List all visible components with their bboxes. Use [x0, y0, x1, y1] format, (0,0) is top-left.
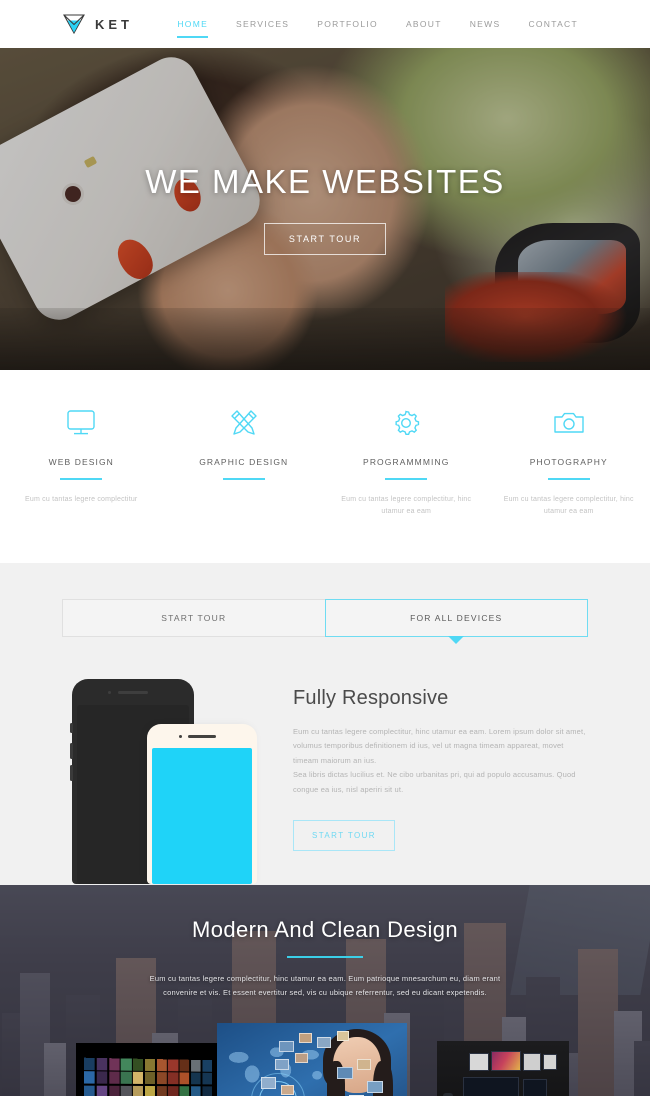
responsive-start-tour-button[interactable]: START TOUR	[293, 819, 395, 851]
tab-label: FOR ALL DEVICES	[410, 612, 503, 623]
gear-icon	[391, 406, 421, 440]
camera-icon	[553, 406, 585, 440]
nav-item-services[interactable]: SERVICES	[222, 0, 303, 48]
hero-section: WE MAKE WEBSITES START TOUR	[0, 48, 650, 370]
monitor-icon	[66, 406, 96, 440]
nav-item-portfolio[interactable]: PORTFOLIO	[303, 0, 392, 48]
service-programming[interactable]: PROGRAMMMING Eum cu tantas legere comple…	[325, 406, 488, 519]
nav-item-contact[interactable]: CONTACT	[514, 0, 592, 48]
hero-start-tour-button[interactable]: START TOUR	[263, 223, 387, 255]
responsive-paragraph-2: Sea libris dictas lucilius et. Ne cibo u…	[293, 770, 576, 794]
city-subtitle: Eum cu tantas legere complectitur, hinc …	[149, 974, 501, 997]
device-mockups	[62, 678, 267, 884]
service-description: Eum cu tantas legere complectitur	[25, 496, 138, 503]
services-section: WEB DESIGN Eum cu tantas legere complect…	[0, 370, 650, 563]
tab-bar: START TOUR FOR ALL DEVICES	[62, 598, 588, 644]
responsive-paragraph-1: Eum cu tantas legere complectitur, hinc …	[293, 726, 586, 765]
city-title: Modern And Clean Design	[191, 916, 459, 942]
main-navigation: HOME SERVICES PORTFOLIO ABOUT NEWS CONTA…	[163, 0, 592, 48]
service-graphic-design[interactable]: GRAPHIC DESIGN	[163, 406, 326, 519]
service-photography[interactable]: PHOTOGRAPHY Eum cu tantas legere complec…	[488, 406, 650, 519]
brand-logo[interactable]: KET	[62, 12, 133, 36]
service-title: GRAPHIC DESIGN	[199, 457, 289, 467]
city-divider	[287, 955, 363, 958]
modern-clean-design-section: Modern And Clean Design Eum cu tantas le…	[0, 884, 650, 1096]
service-divider	[547, 478, 590, 480]
white-phone-mockup	[147, 723, 257, 884]
service-divider	[385, 478, 428, 480]
nav-item-about[interactable]: ABOUT	[392, 0, 456, 48]
tab-start-tour[interactable]: START TOUR	[62, 598, 326, 637]
gallery-item-digital-media[interactable]	[217, 1022, 407, 1096]
site-header: KET HOME SERVICES PORTFOLIO ABOUT NEWS C…	[0, 0, 650, 48]
gallery-item-editing-suite[interactable]	[437, 1040, 569, 1096]
service-web-design[interactable]: WEB DESIGN Eum cu tantas legere complect…	[0, 406, 163, 519]
tab-pointer-triangle-icon	[448, 635, 465, 644]
responsive-title: Fully Responsive	[293, 686, 449, 709]
gallery-item-video-wall[interactable]	[76, 1042, 224, 1096]
service-divider	[60, 478, 103, 480]
service-title: PHOTOGRAPHY	[529, 457, 608, 467]
service-description: Eum cu tantas legere complectitur, hinc …	[503, 496, 634, 516]
nav-item-news[interactable]: NEWS	[456, 0, 515, 48]
brand-name: KET	[95, 16, 133, 32]
portfolio-gallery	[0, 1022, 650, 1096]
pencil-ruler-icon	[229, 406, 259, 440]
hero-title: WE MAKE WEBSITES	[145, 163, 505, 200]
service-divider	[222, 478, 265, 480]
tab-for-all-devices[interactable]: FOR ALL DEVICES	[324, 598, 588, 644]
responsive-section: START TOUR FOR ALL DEVICES Fully Respons…	[0, 562, 650, 885]
triangle-hourglass-logo-icon	[62, 12, 86, 36]
nav-item-home[interactable]: HOME	[163, 0, 222, 48]
service-title: WEB DESIGN	[48, 457, 114, 467]
service-description: Eum cu tantas legere complectitur, hinc …	[341, 496, 472, 516]
service-title: PROGRAMMMING	[363, 457, 450, 467]
